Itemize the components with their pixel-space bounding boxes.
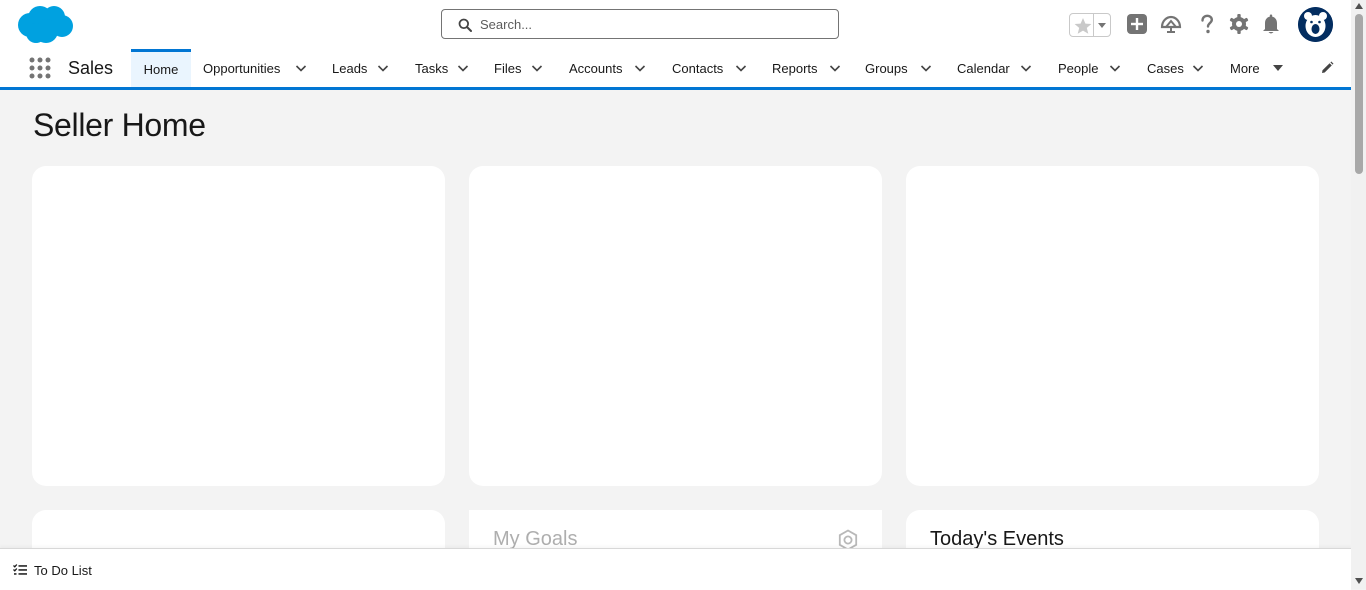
tab-opportunities[interactable]: Opportunities xyxy=(203,49,315,87)
app-nav-bar: Sales Home Opportunities Leads Tasks Fil… xyxy=(0,49,1351,90)
app-launcher-icon[interactable] xyxy=(29,57,51,79)
app-name: Sales xyxy=(68,58,114,78)
chevron-down-icon[interactable] xyxy=(457,62,469,74)
divider xyxy=(1093,14,1094,36)
chevron-down-icon[interactable] xyxy=(1109,62,1121,74)
tab-label: Cases xyxy=(1147,60,1184,76)
dashboard-card xyxy=(32,166,445,486)
bear-avatar-icon xyxy=(1298,7,1333,42)
tab-label: Groups xyxy=(865,60,908,76)
tab-label: Calendar xyxy=(957,60,1010,76)
avatar[interactable] xyxy=(1298,7,1333,42)
star-icon[interactable] xyxy=(1073,16,1093,36)
todo-list-button[interactable]: To Do List xyxy=(34,563,92,578)
tab-label: Contacts xyxy=(672,60,724,76)
tab-accounts[interactable]: Accounts xyxy=(569,49,649,87)
tab-label: Home xyxy=(143,62,179,77)
favorites-group xyxy=(1069,13,1111,37)
tab-leads[interactable]: Leads xyxy=(332,49,392,87)
scroll-down-arrow-icon[interactable] xyxy=(1355,578,1363,584)
tab-label: Accounts xyxy=(569,60,623,76)
tab-label: Tasks xyxy=(415,60,449,76)
search-input[interactable] xyxy=(480,14,820,34)
global-search[interactable] xyxy=(441,9,839,39)
chevron-down-icon[interactable] xyxy=(377,62,389,74)
utility-bar: To Do List xyxy=(0,548,1351,590)
pencil-icon[interactable] xyxy=(1320,61,1334,75)
gear-icon[interactable] xyxy=(1227,12,1251,36)
tab-home[interactable]: Home xyxy=(131,49,191,87)
chevron-down-icon[interactable] xyxy=(1096,19,1108,31)
checklist-icon[interactable] xyxy=(13,564,27,576)
caret-down-icon[interactable] xyxy=(1272,62,1284,74)
tab-tasks[interactable]: Tasks xyxy=(415,49,475,87)
trailhead-icon[interactable] xyxy=(1159,12,1183,36)
tab-label: Files xyxy=(494,60,522,76)
chevron-down-icon[interactable] xyxy=(829,62,841,74)
tab-label: People xyxy=(1058,60,1099,76)
search-icon xyxy=(458,18,472,32)
scroll-up-arrow-icon[interactable] xyxy=(1355,3,1363,9)
chevron-down-icon[interactable] xyxy=(920,62,932,74)
tab-reports[interactable]: Reports xyxy=(772,49,844,87)
tab-label: Leads xyxy=(332,60,368,76)
salesforce-logo[interactable] xyxy=(16,5,74,45)
help-icon[interactable] xyxy=(1195,12,1219,36)
chevron-down-icon[interactable] xyxy=(1192,62,1204,74)
scroll-thumb[interactable] xyxy=(1355,14,1363,174)
chevron-down-icon[interactable] xyxy=(531,62,543,74)
tab-more[interactable]: More xyxy=(1230,49,1290,87)
chevron-down-icon[interactable] xyxy=(634,62,646,74)
bell-icon[interactable] xyxy=(1259,12,1283,36)
global-header xyxy=(0,0,1351,49)
dashboard-card xyxy=(469,166,882,486)
tab-people[interactable]: People xyxy=(1058,49,1126,87)
tab-label: Opportunities xyxy=(203,60,281,76)
tab-contacts[interactable]: Contacts xyxy=(672,49,752,87)
scrollbar[interactable] xyxy=(1351,0,1366,589)
chevron-down-icon[interactable] xyxy=(295,62,307,74)
chevron-down-icon[interactable] xyxy=(735,62,747,74)
plus-icon[interactable] xyxy=(1125,12,1149,36)
page-title: Seller Home xyxy=(33,107,206,143)
tab-cases[interactable]: Cases xyxy=(1147,49,1209,87)
tab-label: More xyxy=(1230,60,1260,76)
dashboard-card xyxy=(906,166,1319,486)
tab-label: Reports xyxy=(772,60,818,76)
tab-files[interactable]: Files xyxy=(494,49,550,87)
chevron-down-icon[interactable] xyxy=(1020,62,1032,74)
tab-calendar[interactable]: Calendar xyxy=(957,49,1037,87)
tab-groups[interactable]: Groups xyxy=(865,49,937,87)
